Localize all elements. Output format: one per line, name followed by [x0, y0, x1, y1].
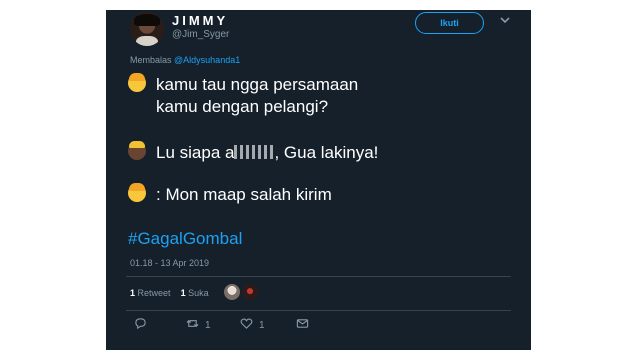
- censor-blur: [234, 145, 275, 159]
- tweet-text-3b: , Gua lakinya!: [274, 143, 379, 162]
- tweet-line-4: : Mon maap salah kirim: [128, 183, 332, 205]
- retweet-button[interactable]: 1: [186, 317, 211, 333]
- retweet-stat-label: Retweet: [137, 288, 171, 298]
- avatar-shirt: [136, 36, 158, 46]
- blond-person-emoji-icon: [128, 183, 146, 202]
- follow-button[interactable]: Ikuti: [415, 12, 484, 34]
- tweet-text-4: : Mon maap salah kirim: [156, 185, 332, 204]
- reply-context: Membalas @Aldysuhanda1: [130, 55, 240, 65]
- tweet-line-1: kamu tau ngga persamaan: [128, 73, 359, 95]
- divider-bottom: [126, 310, 511, 311]
- user-name[interactable]: JIMMY: [172, 13, 228, 28]
- tweet-card: JIMMY @Jim_Syger Ikuti Membalas @Aldysuh…: [106, 10, 531, 350]
- like-stat-label: Suka: [188, 288, 209, 298]
- chevron-down-icon[interactable]: [499, 14, 511, 29]
- engagement-stats: 1 Retweet 1 Suka: [130, 288, 209, 298]
- tweet-line-3: Lu siapa a , Gua lakinya!: [128, 141, 379, 163]
- retweet-icon: [186, 317, 199, 333]
- like-stat[interactable]: 1 Suka: [181, 288, 209, 298]
- retweet-stat-count: 1: [130, 288, 136, 298]
- avatar[interactable]: [130, 12, 164, 46]
- tweet-line-2: kamu dengan pelangi?: [156, 97, 329, 116]
- hashtag-link[interactable]: #GagalGombal: [128, 229, 242, 249]
- reply-mention-link[interactable]: @Aldysuhanda1: [174, 55, 240, 65]
- like-icon: [240, 317, 253, 333]
- avatar-hair: [134, 14, 160, 26]
- retweet-count: 1: [205, 319, 211, 331]
- like-stat-count: 1: [180, 288, 186, 298]
- reply-prefix: Membalas: [130, 55, 172, 65]
- message-button[interactable]: [296, 317, 309, 333]
- tweet-text-3a: Lu siapa a: [156, 143, 235, 162]
- like-button[interactable]: 1: [240, 317, 265, 333]
- blond-person-emoji-icon: [128, 73, 146, 92]
- reply-icon: [134, 317, 147, 333]
- like-count: 1: [259, 319, 265, 331]
- dark-person-emoji-icon: [128, 141, 146, 160]
- timestamp[interactable]: 01.18 - 13 Apr 2019: [130, 258, 209, 268]
- tweet-text-1: kamu tau ngga persamaan: [156, 75, 359, 94]
- liker-avatar[interactable]: [224, 284, 240, 300]
- user-handle[interactable]: @Jim_Syger: [172, 29, 229, 40]
- message-icon: [296, 317, 309, 333]
- reply-button[interactable]: [134, 317, 147, 333]
- retweet-stat[interactable]: 1 Retweet: [130, 288, 171, 298]
- liker-avatar[interactable]: [242, 284, 258, 300]
- divider-top: [126, 276, 511, 277]
- liker-avatars: [224, 284, 258, 300]
